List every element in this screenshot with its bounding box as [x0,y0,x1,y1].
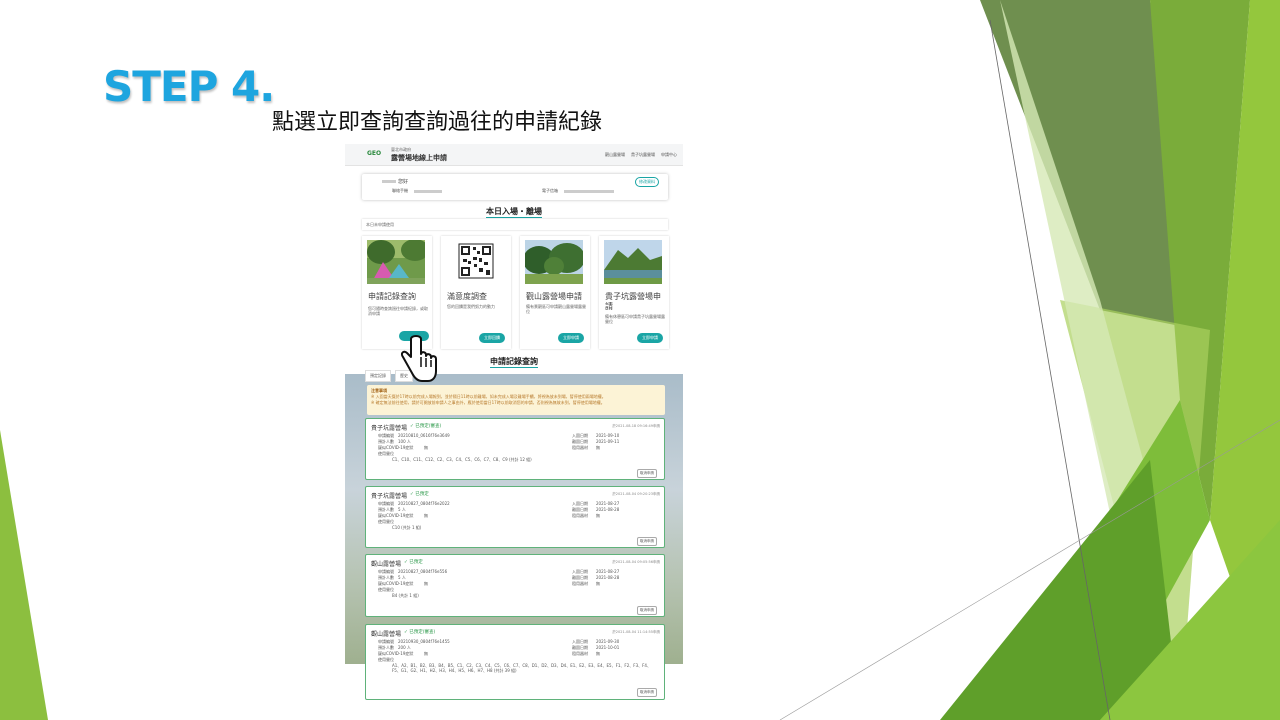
record-status: ✓ 已預定 [410,492,429,497]
step-title: STEP 4. [103,62,275,111]
record-date: 於2021-08-04 09:05:56申請 [612,560,660,564]
qr-code-icon [446,240,504,284]
value-covid: 無 [424,513,428,518]
value-rental: 無 [596,581,600,586]
value-covid: 無 [424,581,428,586]
today-section-title: 本日入場・離場 [486,207,542,218]
site-name[interactable]: 露營場地線上申請 [391,153,447,163]
nav-link-guanshan[interactable]: 觀山露營場 [605,152,625,158]
record-card: 貴子坑露營場 ✓ 已預定 於2021-08-04 09:20:23申請 申請編號… [365,486,665,548]
profile-panel: 您好 聯絡手機 電子信箱 修改資料 [362,174,668,200]
value-covid: 無 [424,651,428,656]
value-out-date: 2021-08-28 [596,575,620,580]
card-guizikeng-apply[interactable]: 貴子坑露營場申請 備有休憩區可申請貴子坑露營場露營位 立即申請 [599,236,669,349]
nav-links: 觀山露營場 貴子坑露營場 申請中心 [605,152,677,158]
park-photo-icon [525,240,583,284]
value-app-no: 20210930_0804f76e1455 [398,639,450,644]
card-desc: 您可隨時查詢過往申請紀錄，或取消申請 [368,306,428,316]
guizikeng-apply-button[interactable]: 立即申請 [637,333,663,343]
value-in-date: 2021-09-30 [596,639,620,644]
record-site: 貴子坑露營場 [371,425,408,432]
cancel-application-button[interactable]: 取消申請 [637,606,657,615]
value-seats: C10 (共計 1 組) [392,525,422,530]
nav-link-guizikeng[interactable]: 貴子坑露營場 [631,152,655,158]
card-title: 滿意度調查 [447,292,487,301]
value-in-date: 2021-08-27 [596,569,620,574]
value-app-no: 20210810_0616f76e3649 [398,433,450,438]
records-section-title: 申請記錄查詢 [490,357,538,368]
record-status: ✓ 已預定(審查) [404,630,436,635]
tent-photo-icon [367,240,425,284]
value-rental: 無 [596,445,600,450]
site-logo[interactable]: GEO [367,150,381,157]
value-in-date: 2021-08-27 [596,501,620,506]
record-status: ✓ 已預定 [404,560,423,565]
value-app-no: 20210827_0804f76e2022 [398,501,450,506]
notice-line: ※ 確定無法前往使用，請於可開放前申請人之事由外，應於使用當日17時以前取消您的… [371,400,605,405]
notice-box: 注意事項 ※ 入園當天擬於17時以前完成入場報到，並於隔日11時以前離場，如未完… [367,385,665,415]
label-rental: 租用器材 [572,513,588,518]
value-seats: B4 (共計 1 組) [392,593,419,598]
record-site: 觀山露營場 [371,561,402,568]
card-desc: 備有休憩區可申請貴子坑露營場露營位 [605,314,665,324]
record-status: ✓ 已預定(審查) [410,424,442,429]
tab-reserved[interactable]: 預定記錄 [365,370,391,382]
record-date: 於2021-08-04 09:20:23申請 [612,492,660,496]
card-title: 貴子坑露營場申請 [605,292,661,311]
value-covid: 無 [424,445,428,450]
website-screenshot: GEO 臺北市政府 露營場地線上申請 觀山露營場 貴子坑露營場 申請中心 您好 … [345,144,683,710]
card-title: 觀山露營場申請 [526,292,582,301]
label-rental: 租用器材 [572,651,588,656]
card-guanshan-apply[interactable]: 觀山露營場申請 備有景觀區可申請觀山露營場露營位 立即申請 [520,236,590,349]
value-seats: C1、C10、C11、C12、C2、C3、C4、C5、C6、C7、C8、C9 (… [392,457,532,462]
step-subtitle: 點選立即查詢查詢過往的申請紀錄 [272,110,603,135]
hand-pointer-icon [399,331,437,382]
value-rental: 無 [596,651,600,656]
nav-link-center[interactable]: 申請中心 [661,152,677,158]
cancel-application-button[interactable]: 取消申請 [637,537,657,546]
today-empty: 本日未申請使用 [362,219,668,230]
record-card: 觀山露營場 ✓ 已預定(審查) 於2021-08-04 11:14:55申請 申… [365,624,665,700]
value-seats: A1、A2、B1、B2、B3、B4、B5、C1、C2、C3、C4、C5、C6、C… [392,663,651,673]
record-site: 觀山露營場 [371,631,402,638]
card-desc: 您的回饋是我們努力的動力 [447,304,495,309]
label-rental: 租用器材 [572,581,588,586]
value-out-date: 2021-09-11 [596,439,620,444]
email-row: 電子信箱 [542,188,614,194]
value-app-no: 20210827_0804f76e556 [398,569,448,574]
profile-greeting: 您好 [382,178,408,185]
value-out-date: 2021-08-28 [596,507,620,512]
record-date: 於2021-08-18 09:16:49申請 [612,424,660,428]
label-rental: 租用器材 [572,445,588,450]
card-survey[interactable]: 滿意度調查 您的回饋是我們努力的動力 立即回饋 [441,236,511,349]
guanshan-apply-button[interactable]: 立即申請 [558,333,584,343]
record-site: 貴子坑露營場 [371,493,408,500]
edit-profile-button[interactable]: 修改資料 [635,177,659,187]
value-out-date: 2021-10-01 [596,645,620,650]
record-date: 於2021-08-04 11:14:55申請 [612,630,660,634]
value-rental: 無 [596,513,600,518]
site-navbar: GEO 臺北市政府 露營場地線上申請 觀山露營場 貴子坑露營場 申請中心 [345,144,683,166]
record-card: 觀山露營場 ✓ 已預定 於2021-08-04 09:05:56申請 申請編號 … [365,554,665,617]
record-card: 貴子坑露營場 ✓ 已預定(審查) 於2021-08-18 09:16:49申請 … [365,418,665,480]
feedback-now-button[interactable]: 立即回饋 [479,333,505,343]
card-title: 申請記錄查詢 [368,292,416,301]
phone-row: 聯絡手機 [392,188,442,194]
cancel-application-button[interactable]: 取消申請 [637,469,657,478]
value-in-date: 2021-09-10 [596,433,620,438]
lake-photo-icon [604,240,662,284]
cancel-application-button[interactable]: 取消申請 [637,688,657,697]
card-desc: 備有景觀區可申請觀山露營場露營位 [526,304,586,314]
